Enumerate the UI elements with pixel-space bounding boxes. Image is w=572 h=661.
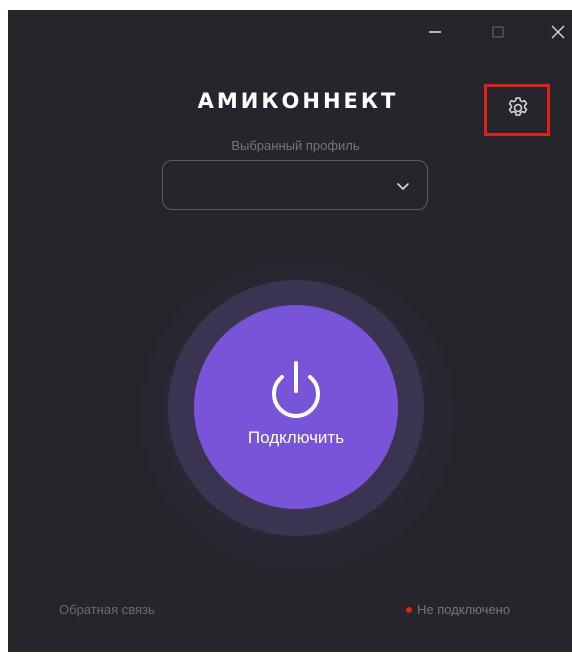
close-button[interactable] xyxy=(542,20,572,44)
maximize-icon xyxy=(492,26,504,38)
power-icon xyxy=(272,361,320,418)
minimize-button[interactable] xyxy=(419,20,451,44)
chevron-down-icon xyxy=(397,183,409,190)
connect-label: Подключить xyxy=(247,428,345,447)
gear-icon xyxy=(508,97,528,116)
connect-button[interactable]: Подключить xyxy=(194,305,398,509)
settings-button[interactable] xyxy=(504,94,532,122)
close-icon xyxy=(551,25,565,39)
maximize-button[interactable] xyxy=(482,20,514,44)
feedback-link[interactable]: Обратная связь xyxy=(59,602,155,617)
app-logo: АМИКОННЕКТ xyxy=(197,89,399,113)
status-dot-icon xyxy=(406,606,412,613)
status-text: Не подключено xyxy=(417,602,511,617)
connection-status: Не подключено xyxy=(406,602,510,617)
profile-label: Выбранный профиль xyxy=(231,138,360,153)
app-window: АМИКОННЕКТ Выбранный профиль Подключить … xyxy=(8,10,572,652)
profile-select[interactable] xyxy=(162,160,428,210)
minimize-icon xyxy=(429,31,441,33)
